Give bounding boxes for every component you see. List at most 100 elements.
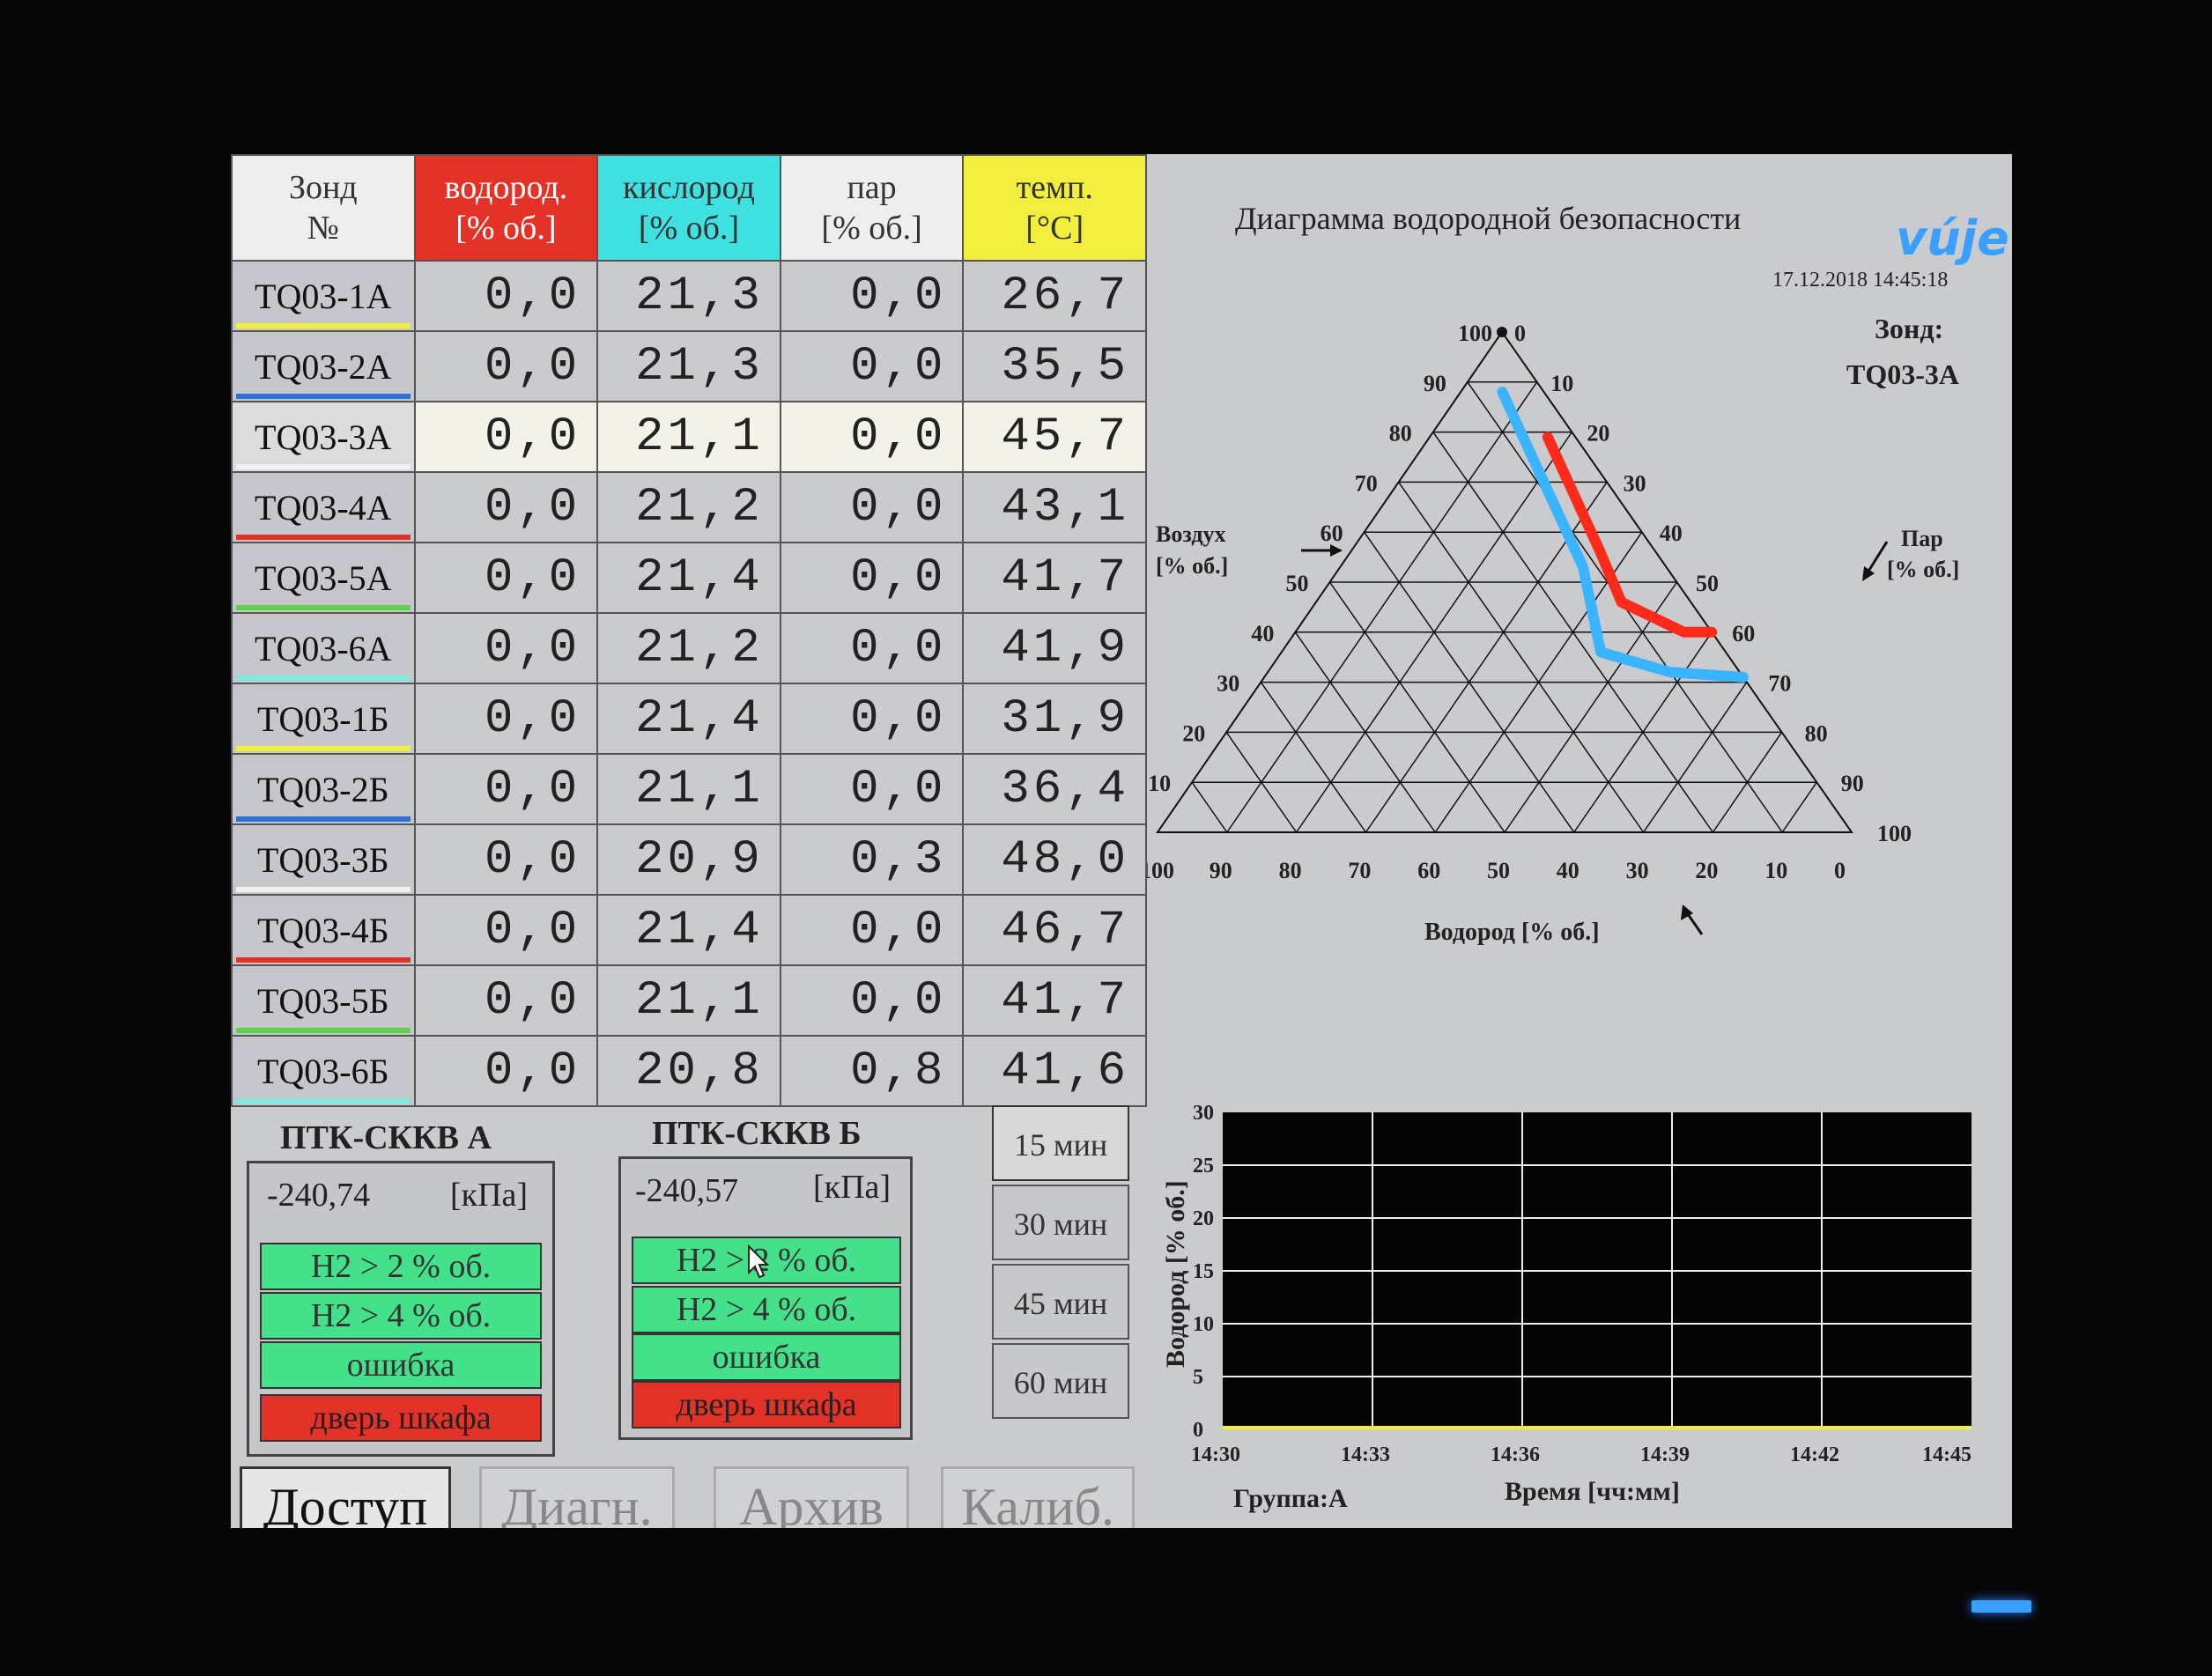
table-row[interactable]: TQ03-4A 0,0 21,2 0,0 43,1 bbox=[231, 471, 1147, 543]
probe-name[interactable]: TQ03-1Б bbox=[231, 683, 416, 755]
temperature-value: 31,9 bbox=[962, 683, 1147, 755]
oxygen-value-text: 21,3 bbox=[635, 339, 764, 394]
oxygen-value: 20,9 bbox=[596, 823, 781, 896]
probe-name[interactable]: TQ03-2Б bbox=[231, 753, 416, 825]
probe-name-text: TQ03-5A bbox=[255, 557, 392, 598]
table-row[interactable]: TQ03-6A 0,0 21,2 0,0 41,9 bbox=[231, 612, 1147, 684]
table-row[interactable]: TQ03-3Б 0,0 20,9 0,3 48,0 bbox=[231, 823, 1147, 896]
steam-value-text: 0,0 bbox=[850, 339, 947, 394]
probe-name-text: TQ03-6A bbox=[255, 628, 392, 668]
probe-color-marker bbox=[236, 394, 411, 399]
archive-button[interactable]: Архив bbox=[714, 1466, 909, 1528]
oxygen-value-text: 20,9 bbox=[635, 832, 764, 887]
steam-value: 0,0 bbox=[779, 964, 965, 1037]
trend-ylabel: Водород [% об.] bbox=[1161, 1180, 1190, 1368]
air-tick: 50 bbox=[1286, 571, 1309, 596]
oxygen-value: 21,4 bbox=[596, 894, 781, 966]
probe-name[interactable]: TQ03-6A bbox=[231, 612, 416, 684]
oxygen-value: 21,1 bbox=[596, 401, 781, 473]
ptk-b-title: ПТК-СККВ Б bbox=[652, 1115, 862, 1152]
steam-axis-label-unit: [% об.] bbox=[1887, 557, 1959, 582]
probe-name[interactable]: TQ03-1A bbox=[231, 260, 416, 332]
probe-name[interactable]: TQ03-4Б bbox=[231, 894, 416, 966]
air-tick: 40 bbox=[1251, 621, 1274, 646]
table-row[interactable]: TQ03-2Б 0,0 21,1 0,0 36,4 bbox=[231, 753, 1147, 825]
steam-arrowhead-icon bbox=[1862, 566, 1875, 581]
table-row[interactable]: TQ03-3A 0,0 21,1 0,0 45,7 bbox=[231, 401, 1147, 473]
time-15min-button[interactable]: 15 мин bbox=[992, 1105, 1129, 1181]
table-row[interactable]: TQ03-2A 0,0 21,3 0,0 35,5 bbox=[231, 330, 1147, 402]
hydrogen-value: 0,0 bbox=[413, 823, 599, 896]
table-row[interactable]: TQ03-5Б 0,0 21,1 0,0 41,7 bbox=[231, 964, 1147, 1037]
hydrogen-value-text: 0,0 bbox=[484, 832, 581, 887]
hydrogen-value: 0,0 bbox=[413, 753, 599, 825]
table-row[interactable]: TQ03-1Б 0,0 21,4 0,0 31,9 bbox=[231, 683, 1147, 755]
hydrogen-value-text: 0,0 bbox=[484, 339, 581, 394]
probe-name[interactable]: TQ03-6Б bbox=[231, 1035, 416, 1107]
hydrogen-value-text: 0,0 bbox=[484, 691, 581, 746]
ptk-a-alarm-error: ошибка bbox=[260, 1341, 542, 1389]
time-30min-button[interactable]: 30 мин bbox=[992, 1185, 1129, 1260]
probe-color-marker bbox=[236, 1028, 411, 1033]
ptk-a-panel: -240,74 [кПа] H2 > 2 % об. H2 > 4 % об. … bbox=[247, 1161, 555, 1457]
steam-tick: 90 bbox=[1841, 771, 1864, 796]
steam-value-text: 0,0 bbox=[850, 973, 947, 1028]
table-row[interactable]: TQ03-5A 0,0 21,4 0,0 41,7 bbox=[231, 542, 1147, 614]
table-row[interactable]: TQ03-4Б 0,0 21,4 0,0 46,7 bbox=[231, 894, 1147, 966]
table-row[interactable]: TQ03-1A 0,0 21,3 0,0 26,7 bbox=[231, 260, 1147, 332]
table-header-row: Зонд № водород. [% об.] кислород [% об.] па… bbox=[231, 154, 1147, 262]
calibration-button[interactable]: Калиб. bbox=[941, 1466, 1135, 1528]
oxygen-value: 21,1 bbox=[596, 753, 781, 825]
probe-color-marker bbox=[236, 464, 411, 469]
steam-value: 0,0 bbox=[779, 683, 965, 755]
hydrogen-value-text: 0,0 bbox=[484, 1044, 581, 1098]
hydrogen-value: 0,0 bbox=[413, 401, 599, 473]
probe-color-marker bbox=[236, 746, 411, 751]
probe-name-text: TQ03-4A bbox=[255, 487, 392, 528]
oxygen-value-text: 21,2 bbox=[635, 621, 764, 676]
steam-tick: 70 bbox=[1768, 671, 1791, 697]
diagnostics-button[interactable]: Диагн. bbox=[479, 1466, 675, 1528]
steam-value: 0,0 bbox=[779, 894, 965, 966]
probe-name[interactable]: TQ03-3Б bbox=[231, 823, 416, 896]
air-tick: 100 bbox=[1458, 321, 1492, 346]
header-steam: пар [% об.] bbox=[779, 154, 965, 262]
time-60min-button[interactable]: 60 мин bbox=[992, 1343, 1129, 1419]
probe-name[interactable]: TQ03-5Б bbox=[231, 964, 416, 1037]
trend-xtick: 14:45 bbox=[1922, 1443, 1972, 1466]
trend-xtick: 14:33 bbox=[1341, 1443, 1390, 1466]
air-axis-label: Воздух bbox=[1156, 521, 1225, 547]
ptk-b-unit: [кПа] bbox=[813, 1169, 891, 1206]
time-45min-button[interactable]: 45 мин bbox=[992, 1264, 1129, 1340]
probe-name-text: TQ03-1A bbox=[255, 276, 392, 316]
temperature-value: 46,7 bbox=[962, 894, 1147, 966]
temperature-value: 35,5 bbox=[962, 330, 1147, 402]
probe-name[interactable]: TQ03-2A bbox=[231, 330, 416, 402]
oxygen-value: 20,8 bbox=[596, 1035, 781, 1107]
probe-name[interactable]: TQ03-5A bbox=[231, 542, 416, 614]
table-row[interactable]: TQ03-6Б 0,0 20,8 0,8 41,6 bbox=[231, 1035, 1147, 1107]
hydrogen-value: 0,0 bbox=[413, 1035, 599, 1107]
steam-value-text: 0,0 bbox=[850, 269, 947, 323]
probe-name[interactable]: TQ03-4A bbox=[231, 471, 416, 543]
header-hydrogen: водород. [% об.] bbox=[413, 154, 599, 262]
steam-value: 0,0 bbox=[779, 612, 965, 684]
air-tick: 90 bbox=[1424, 371, 1446, 396]
hydrogen-tick: 80 bbox=[1279, 858, 1302, 883]
temperature-value: 36,4 bbox=[962, 753, 1147, 825]
oxygen-value-text: 21,3 bbox=[635, 269, 764, 323]
hydrogen-tick: 60 bbox=[1417, 858, 1440, 883]
probe-name[interactable]: TQ03-3A bbox=[231, 401, 416, 473]
hydrogen-tick: 50 bbox=[1487, 858, 1510, 883]
probe-table: Зонд № водород. [% об.] кислород [% об.] па… bbox=[231, 154, 1147, 1107]
temperature-value-text: 41,6 bbox=[1001, 1044, 1129, 1098]
air-tick: 60 bbox=[1321, 521, 1343, 546]
temperature-value-text: 43,1 bbox=[1001, 480, 1129, 535]
steam-value: 0,0 bbox=[779, 753, 965, 825]
steam-tick: 20 bbox=[1587, 421, 1609, 447]
hydrogen-value-text: 0,0 bbox=[484, 621, 581, 676]
access-button[interactable]: Доступ bbox=[240, 1466, 451, 1528]
hydrogen-value: 0,0 bbox=[413, 964, 599, 1037]
air-tick: 20 bbox=[1182, 720, 1205, 746]
temperature-value-text: 35,5 bbox=[1001, 339, 1129, 394]
